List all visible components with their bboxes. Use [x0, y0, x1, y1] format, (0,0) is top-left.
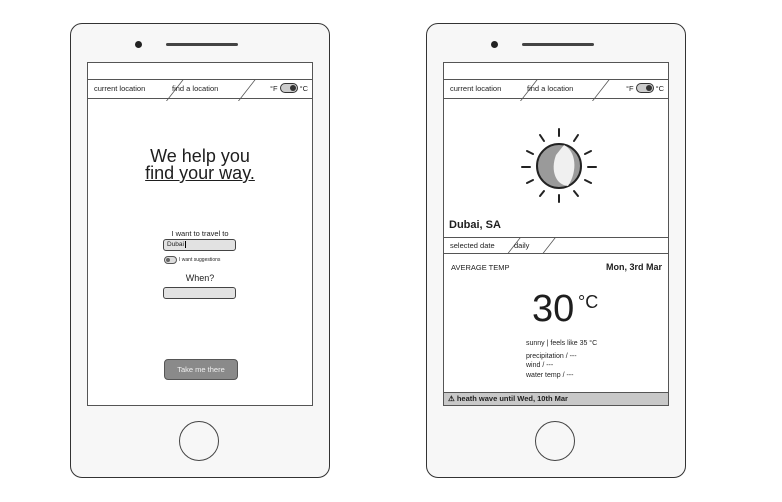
sun-icon: [521, 128, 597, 203]
city-name: Dubai, SA: [449, 219, 501, 231]
celsius-label: °C: [299, 83, 308, 93]
conditions-text: sunny | feels like 35 °C: [526, 340, 598, 347]
take-me-there-button[interactable]: Take me there: [164, 359, 238, 380]
tab-find-location[interactable]: find a location: [172, 84, 218, 93]
temperature-unit: °C: [578, 292, 599, 312]
date-tabs: selected date daily: [444, 237, 668, 254]
unit-toggle[interactable]: °F °C: [270, 83, 308, 93]
fahrenheit-label: °F: [269, 83, 278, 93]
tab-selected-date[interactable]: selected date: [450, 241, 495, 250]
celsius-label: °C: [655, 83, 664, 93]
tab-daily[interactable]: daily: [514, 241, 529, 250]
fahrenheit-label: °F: [625, 83, 634, 93]
suggestions-switch[interactable]: [164, 256, 177, 264]
warning-icon: ⚠: [448, 394, 455, 403]
tab-divider: [592, 79, 611, 101]
travel-label: I want to travel to: [171, 229, 229, 238]
camera: [491, 41, 498, 48]
speaker: [522, 43, 594, 46]
suggestions-toggle[interactable]: I want suggestions: [164, 256, 220, 264]
speaker: [166, 43, 238, 46]
phone-weather: current location find a location °F °C D…: [426, 23, 686, 478]
home-button[interactable]: [179, 421, 219, 461]
unit-toggle[interactable]: °F °C: [626, 83, 664, 93]
forecast-date: Mon, 3rd Mar: [605, 262, 662, 272]
destination-input[interactable]: Dubai: [163, 239, 236, 251]
destination-value: Dubai: [167, 241, 184, 248]
tab-find-location[interactable]: find a location: [527, 84, 573, 93]
screen: current location find a location °F °C W…: [87, 62, 313, 406]
unit-switch[interactable]: [279, 83, 298, 93]
temperature-value: 30: [532, 288, 575, 330]
tab-current-location[interactable]: current location: [450, 84, 501, 93]
water-temp-text: water temp / ---: [526, 372, 574, 379]
when-label: When?: [185, 273, 215, 283]
precipitation-text: precipitation / ---: [526, 353, 577, 360]
wind-text: wind / ---: [526, 362, 554, 369]
average-temp-label: AVERAGE TEMP: [451, 263, 510, 272]
screen: current location find a location °F °C D…: [443, 62, 669, 406]
camera: [135, 41, 142, 48]
location-tabs: current location find a location °F °C: [444, 79, 668, 101]
unit-switch[interactable]: [635, 83, 654, 93]
date-input[interactable]: [163, 287, 236, 299]
hero-line-2: find your way.: [145, 163, 255, 183]
tab-divider: [238, 79, 257, 101]
home-button[interactable]: [535, 421, 575, 461]
tab-divider: [542, 237, 557, 254]
location-tabs: current location find a location °F °C: [88, 79, 312, 101]
suggestions-label: I want suggestions: [179, 257, 221, 263]
tab-current-location[interactable]: current location: [94, 84, 145, 93]
weather-alert-banner[interactable]: ⚠ heath wave until Wed, 10th Mar: [444, 392, 668, 405]
phone-search: current location find a location °F °C W…: [70, 23, 330, 478]
alert-text: heath wave until Wed, 10th Mar: [456, 394, 568, 403]
